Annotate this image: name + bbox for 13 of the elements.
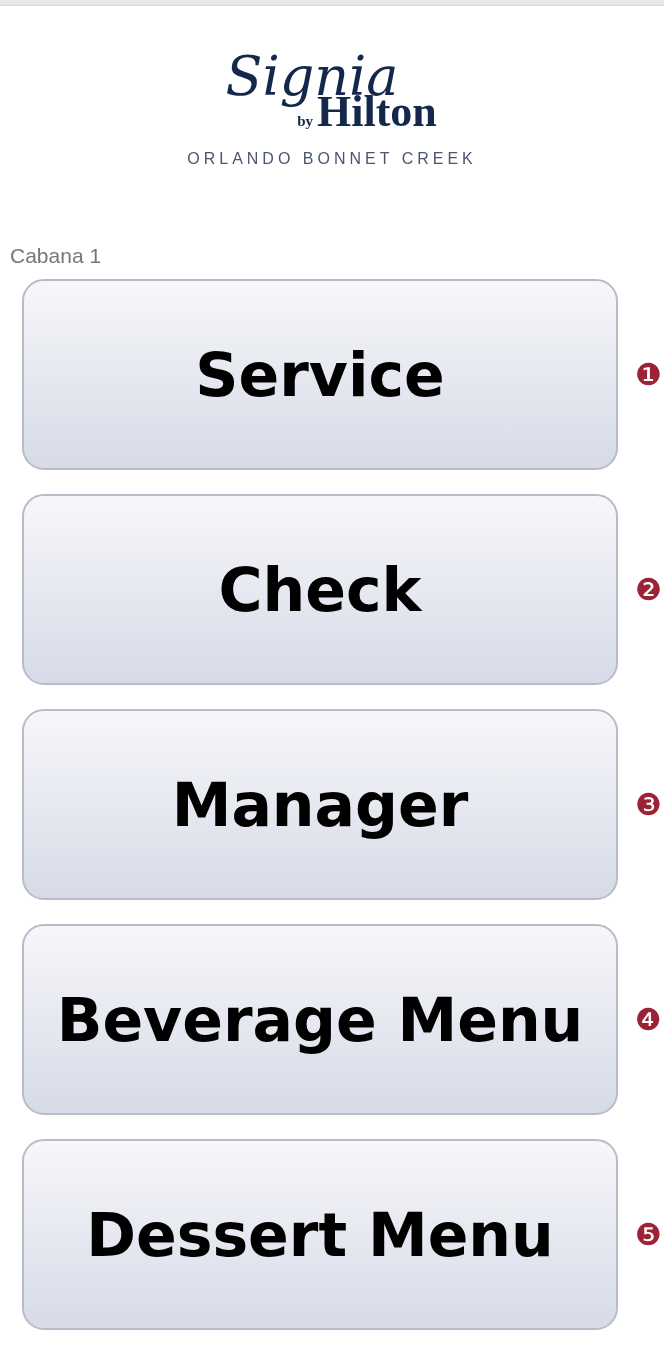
- menu-button[interactable]: Service: [22, 279, 618, 470]
- menu-button[interactable]: Manager: [22, 709, 618, 900]
- number-marker: ❺: [635, 1217, 662, 1252]
- location-label: Cabana 1: [9, 243, 103, 268]
- number-marker: ❹: [635, 1002, 662, 1037]
- logo-location: ORLANDO BONNET CREEK: [187, 150, 477, 168]
- menu-button[interactable]: Dessert Menu: [22, 1139, 618, 1330]
- menu-button[interactable]: Beverage Menu: [22, 924, 618, 1115]
- menu-button[interactable]: Check: [22, 494, 618, 685]
- logo-by: by: [297, 113, 313, 130]
- number-marker: ❶: [635, 357, 662, 392]
- number-marker: ❷: [635, 572, 662, 607]
- number-marker: ❸: [635, 787, 662, 822]
